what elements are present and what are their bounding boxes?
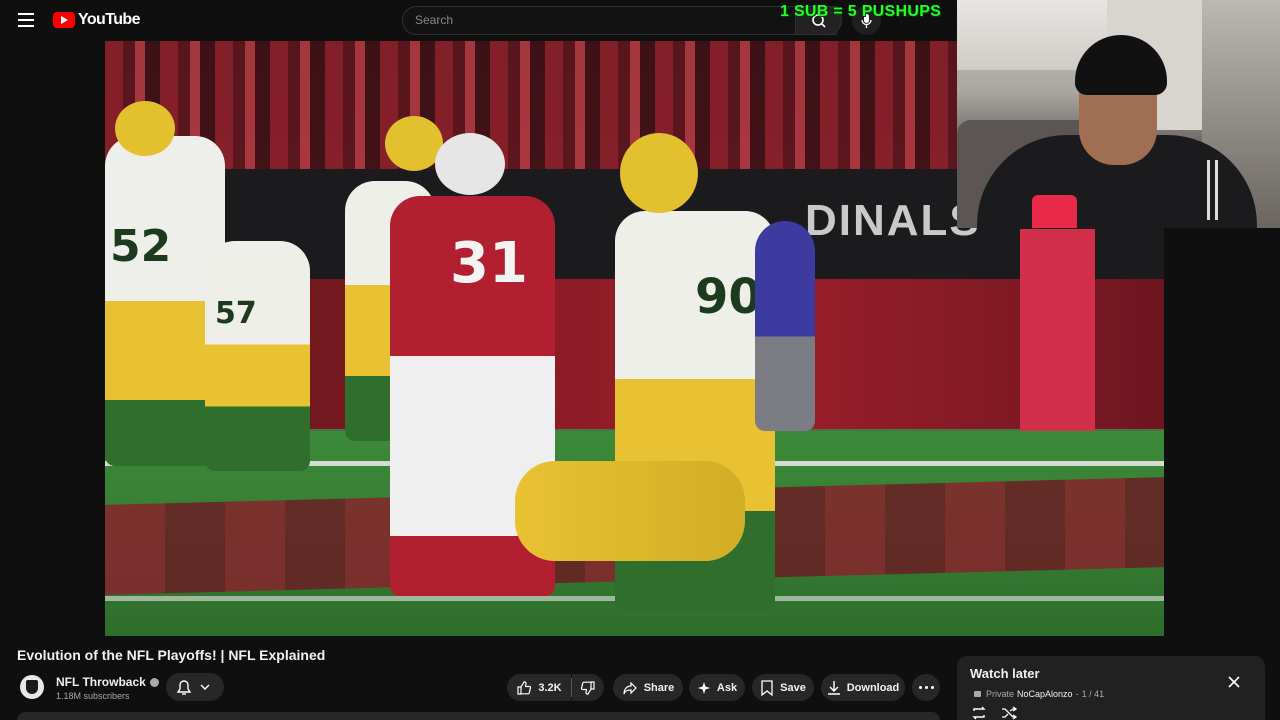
jersey-number: 57	[215, 296, 257, 331]
description-box[interactable]	[17, 712, 940, 720]
lock-icon	[974, 691, 981, 697]
logo-text: YouTube	[78, 11, 140, 28]
playlist-panel: Watch later Private NoCapAlonzo - 1 / 41	[957, 656, 1265, 720]
banner-text: DINALS	[805, 196, 981, 245]
playlist-title[interactable]: Watch later	[970, 666, 1040, 681]
like-count: 3.2K	[538, 681, 562, 694]
playlist-controls	[971, 706, 1017, 720]
share-label: Share	[643, 681, 675, 694]
download-label: Download	[846, 681, 900, 694]
jacket-stripe	[1215, 160, 1218, 220]
player-figure	[755, 221, 815, 431]
streamer-microphone	[1032, 195, 1077, 228]
loop-icon[interactable]	[971, 706, 987, 720]
streamer-webcam	[957, 0, 1280, 228]
jersey-number: 52	[110, 221, 172, 272]
dislike-button[interactable]	[572, 674, 604, 701]
shuffle-icon[interactable]	[1001, 706, 1017, 720]
thumbs-down-icon	[580, 680, 595, 695]
subscriber-count: 1.18M subscribers	[56, 691, 130, 701]
youtube-logo[interactable]: YouTube	[53, 11, 140, 29]
helmet	[620, 133, 698, 213]
channel-name[interactable]: NFL Throwback	[56, 675, 159, 689]
search-input[interactable]	[415, 13, 785, 27]
bell-icon	[176, 680, 210, 695]
like-button[interactable]: 3.2K	[507, 674, 571, 701]
download-icon	[827, 680, 840, 695]
jacket-stripe	[1207, 160, 1210, 220]
playlist-meta: Private NoCapAlonzo - 1 / 41	[974, 689, 1104, 699]
ask-label: Ask	[716, 681, 738, 694]
share-icon	[623, 681, 637, 694]
playlist-privacy: Private	[986, 689, 1015, 699]
sparkle-icon	[697, 681, 710, 694]
playlist-separator: -	[1075, 689, 1079, 699]
jersey-number: 31	[450, 231, 528, 296]
video-title: Evolution of the NFL Playoffs! | NFL Exp…	[17, 647, 326, 663]
download-button[interactable]: Download	[821, 674, 905, 701]
notifications-button[interactable]	[166, 673, 224, 701]
search-box	[402, 6, 837, 35]
save-label: Save	[780, 681, 806, 694]
close-icon[interactable]	[1226, 674, 1242, 690]
save-button[interactable]: Save	[752, 674, 814, 701]
youtube-play-icon	[53, 12, 75, 28]
endzone-pylon	[1020, 229, 1095, 464]
stream-overlay-text: 1 SUB = 5 PUSHUPS	[780, 3, 942, 20]
more-actions-button[interactable]	[912, 674, 940, 701]
playlist-position: 1 / 41	[1081, 689, 1105, 699]
bookmark-icon	[761, 679, 773, 696]
channel-name-text[interactable]: NFL Throwback	[56, 675, 146, 689]
helmet	[435, 133, 505, 195]
menu-icon[interactable]	[18, 13, 34, 27]
player-figure	[205, 241, 310, 471]
playlist-owner[interactable]: NoCapAlonzo	[1017, 689, 1073, 699]
share-button[interactable]: Share	[613, 674, 683, 701]
thumbs-up-icon	[517, 680, 532, 695]
ask-button[interactable]: Ask	[689, 674, 745, 701]
jersey-number: 90	[695, 269, 762, 325]
channel-avatar[interactable]	[20, 675, 44, 699]
helmet	[115, 101, 175, 156]
verified-icon	[149, 678, 159, 688]
player-figure	[515, 461, 745, 561]
